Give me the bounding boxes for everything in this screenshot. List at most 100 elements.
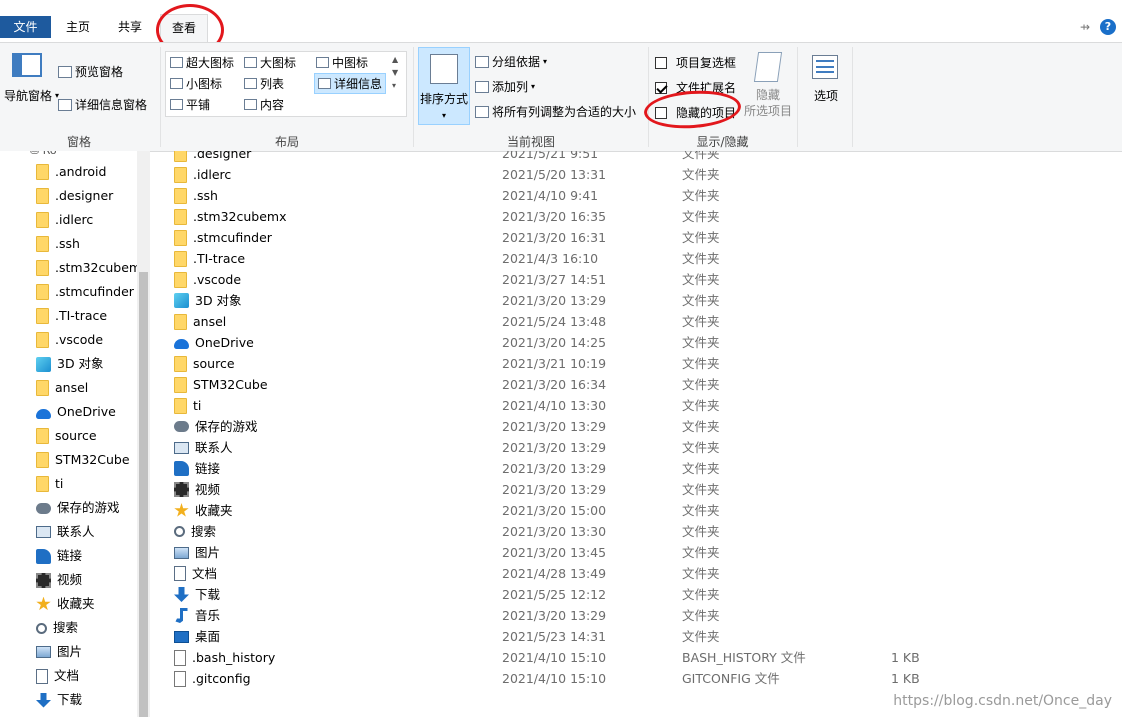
sort-by-button[interactable]: 排序方式 ▾ <box>418 47 470 125</box>
file-name: source <box>193 356 235 371</box>
nav-item[interactable]: .android <box>36 161 106 183</box>
layout-medium-icons[interactable]: 中图标 <box>316 54 368 71</box>
pin-ribbon-icon[interactable]: ⇸ <box>1080 20 1090 34</box>
nav-item[interactable]: 保存的游戏 <box>36 497 120 519</box>
nav-item[interactable]: 联系人 <box>36 521 95 543</box>
options-button[interactable]: 选项 <box>806 87 846 104</box>
file-row[interactable]: .bash_history 2021/4/10 15:10 BASH_HISTORY… <box>150 647 1122 668</box>
group-label-layout: 布局 <box>274 135 299 149</box>
group-label-show-hide: 显示/隐藏 <box>696 135 749 149</box>
folder-icon <box>36 212 49 228</box>
layout-list[interactable]: 列表 <box>244 75 284 92</box>
ribbon-separator <box>852 47 853 147</box>
file-row[interactable]: .stmcufinder 2021/3/20 16:31 文件夹 <box>150 227 1122 248</box>
file-row[interactable]: .ssh 2021/4/10 9:41 文件夹 <box>150 185 1122 206</box>
file-row[interactable]: 保存的游戏 2021/3/20 13:29 文件夹 <box>150 416 1122 437</box>
tab-file[interactable]: 文件 <box>0 16 51 38</box>
music-icon <box>175 608 188 623</box>
file-row[interactable]: .designer 2021/5/21 9:51 文件夹 <box>150 151 1122 164</box>
file-row[interactable]: 视频 2021/3/20 13:29 文件夹 <box>150 479 1122 500</box>
help-icon[interactable]: ? <box>1100 19 1116 35</box>
nav-item[interactable]: ti <box>36 473 63 495</box>
nav-item[interactable]: 链接 <box>36 545 82 567</box>
nav-item[interactable]: 搜索 <box>36 617 78 639</box>
file-name: .bash_history <box>192 650 276 665</box>
preview-pane-button[interactable]: 预览窗格 <box>58 63 123 80</box>
add-columns-button[interactable]: 添加列 ▾ <box>475 78 535 95</box>
nav-item[interactable]: .ssh <box>36 233 80 255</box>
file-date: 2021/4/10 15:10 <box>502 671 607 686</box>
details-pane-button[interactable]: 详细信息窗格 <box>58 96 147 113</box>
layout-content[interactable]: 内容 <box>244 96 284 113</box>
nav-item[interactable]: .stm32cubem <box>36 257 141 279</box>
nav-scrollbar-thumb[interactable] <box>139 272 148 717</box>
nav-item[interactable]: 3D 对象 <box>36 353 104 375</box>
nav-parent-item[interactable]: ⛁ Ro <box>30 151 57 157</box>
file-name-cell: 保存的游戏 <box>174 416 258 437</box>
file-row[interactable]: source 2021/3/21 10:19 文件夹 <box>150 353 1122 374</box>
file-row[interactable]: 桌面 2021/5/23 14:31 文件夹 <box>150 626 1122 647</box>
file-row[interactable]: .TI-trace 2021/4/3 16:10 文件夹 <box>150 248 1122 269</box>
file-row[interactable]: .vscode 2021/3/27 14:51 文件夹 <box>150 269 1122 290</box>
navigation-pane-icon[interactable] <box>12 53 42 77</box>
folder-icon <box>174 271 187 288</box>
item-checkboxes-checkbox[interactable] <box>655 56 667 69</box>
file-icon <box>174 649 186 666</box>
nav-item[interactable]: 视频 <box>36 569 82 591</box>
nav-item[interactable]: .stmcufinder <box>36 281 134 303</box>
tab-home[interactable]: 主页 <box>58 14 98 41</box>
folder-icon <box>174 376 187 393</box>
file-row[interactable]: ansel 2021/5/24 13:48 文件夹 <box>150 311 1122 332</box>
file-row[interactable]: ti 2021/4/10 13:30 文件夹 <box>150 395 1122 416</box>
file-type: 文件夹 <box>682 524 720 539</box>
file-row[interactable]: 文档 2021/4/28 13:49 文件夹 <box>150 563 1122 584</box>
nav-item[interactable]: 收藏夹 <box>36 593 95 615</box>
nav-item[interactable]: .idlerc <box>36 209 93 231</box>
file-row[interactable]: .stm32cubemx 2021/3/20 16:35 文件夹 <box>150 206 1122 227</box>
layout-large-icons[interactable]: 大图标 <box>244 54 296 71</box>
size-all-columns-button[interactable]: 将所有列调整为合适的大小 <box>475 103 636 120</box>
file-extensions-checkbox[interactable] <box>655 81 667 94</box>
file-row[interactable]: 搜索 2021/3/20 13:30 文件夹 <box>150 521 1122 542</box>
file-row[interactable]: 链接 2021/3/20 13:29 文件夹 <box>150 458 1122 479</box>
file-row[interactable]: .gitconfig 2021/4/10 15:10 GITCONFIG 文件 1 K… <box>150 668 1122 689</box>
tab-share[interactable]: 共享 <box>110 14 150 41</box>
file-name: .stm32cubemx <box>193 209 287 224</box>
nav-item[interactable]: 图片 <box>36 641 82 663</box>
file-row[interactable]: 图片 2021/3/20 13:45 文件夹 <box>150 542 1122 563</box>
file-name: 收藏夹 <box>195 503 233 518</box>
file-row[interactable]: 收藏夹 2021/3/20 15:00 文件夹 <box>150 500 1122 521</box>
nav-item[interactable]: OneDrive <box>36 401 116 423</box>
nav-item[interactable]: STM32Cube <box>36 449 130 471</box>
file-row[interactable]: OneDrive 2021/3/20 14:25 文件夹 <box>150 332 1122 353</box>
file-row[interactable]: 音乐 2021/3/20 13:29 文件夹 <box>150 605 1122 626</box>
file-row[interactable]: .idlerc 2021/5/20 13:31 文件夹 <box>150 164 1122 185</box>
group-by-button[interactable]: 分组依据 ▾ <box>475 53 547 70</box>
file-row[interactable]: 联系人 2021/3/20 13:29 文件夹 <box>150 437 1122 458</box>
file-row[interactable]: 3D 对象 2021/3/20 13:29 文件夹 <box>150 290 1122 311</box>
nav-item[interactable]: source <box>36 425 97 447</box>
item-checkboxes-option[interactable]: 项目复选框 <box>655 54 736 71</box>
file-row[interactable]: 下载 2021/5/25 12:12 文件夹 <box>150 584 1122 605</box>
nav-item[interactable]: .TI-trace <box>36 305 107 327</box>
nav-item[interactable]: .vscode <box>36 329 103 351</box>
navigation-pane: ⛁ Ro .android .designer .idlerc .ssh .stm32c… <box>0 151 150 717</box>
file-row[interactable]: STM32Cube 2021/3/20 16:34 文件夹 <box>150 374 1122 395</box>
nav-item[interactable]: 下载 <box>36 689 82 711</box>
layout-tiles[interactable]: 平铺 <box>170 96 210 113</box>
nav-item[interactable]: ansel <box>36 377 88 399</box>
nav-item[interactable]: 文档 <box>36 665 79 687</box>
layout-extra-large-icons[interactable]: 超大图标 <box>170 54 234 71</box>
videos-icon <box>36 572 51 588</box>
folder-icon <box>174 250 187 267</box>
layout-small-icons[interactable]: 小图标 <box>170 75 222 92</box>
gallery-scroll-icon[interactable]: ▲ ▼ ▾ <box>392 53 398 92</box>
file-date: 2021/3/20 13:29 <box>502 608 607 623</box>
extra-large-icons-icon <box>170 57 183 68</box>
layout-details[interactable]: 详细信息 <box>314 73 387 94</box>
nav-item-label: 图片 <box>57 644 83 659</box>
nav-item[interactable]: .designer <box>36 185 113 207</box>
navigation-pane-button[interactable]: 导航窗格 ▾ <box>4 87 59 104</box>
file-date: 2021/3/20 15:00 <box>502 503 607 518</box>
hide-selected-items-button[interactable]: 隐藏 所选项目 <box>743 87 793 119</box>
